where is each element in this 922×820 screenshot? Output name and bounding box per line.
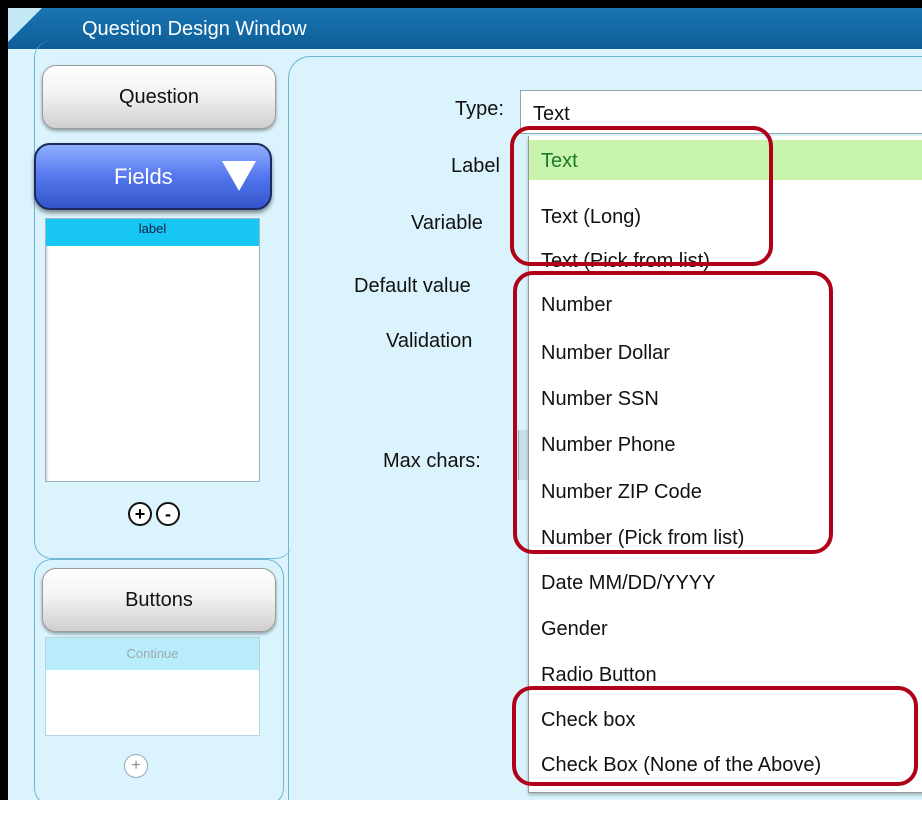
add-button-icon[interactable]: + xyxy=(124,754,148,778)
type-label: Type: xyxy=(455,98,504,120)
highlight-text-group xyxy=(510,126,773,266)
list-item[interactable]: Continue xyxy=(46,638,259,670)
max-chars-label: Max chars: xyxy=(383,450,481,472)
fields-list[interactable]: label xyxy=(45,218,260,482)
window-title: Question Design Window xyxy=(82,18,307,40)
dropdown-option-gender[interactable]: Gender xyxy=(529,608,922,648)
buttons-list[interactable]: Continue xyxy=(45,637,260,736)
question-button[interactable]: Question xyxy=(42,65,276,129)
fields-button[interactable]: Fields xyxy=(34,143,272,210)
buttons-button[interactable]: Buttons xyxy=(42,568,276,632)
dropdown-triangle-icon xyxy=(222,161,256,191)
fields-button-label: Fields xyxy=(114,164,173,189)
bottom-margin xyxy=(0,800,922,820)
dropdown-option-date[interactable]: Date MM/DD/YYYY xyxy=(529,562,922,602)
highlight-checkbox-group xyxy=(512,686,918,786)
validation-label: Validation xyxy=(386,330,473,352)
variable-label: Variable xyxy=(411,212,483,234)
add-field-button[interactable]: + xyxy=(128,502,152,526)
label-label: Label xyxy=(451,155,500,177)
title-corner-decoration xyxy=(8,8,42,42)
default-value-label: Default value xyxy=(354,275,471,297)
highlight-number-group xyxy=(513,271,833,554)
remove-field-button[interactable]: - xyxy=(156,502,180,526)
list-item[interactable]: label xyxy=(46,219,259,246)
type-select-value: Text xyxy=(533,103,570,125)
